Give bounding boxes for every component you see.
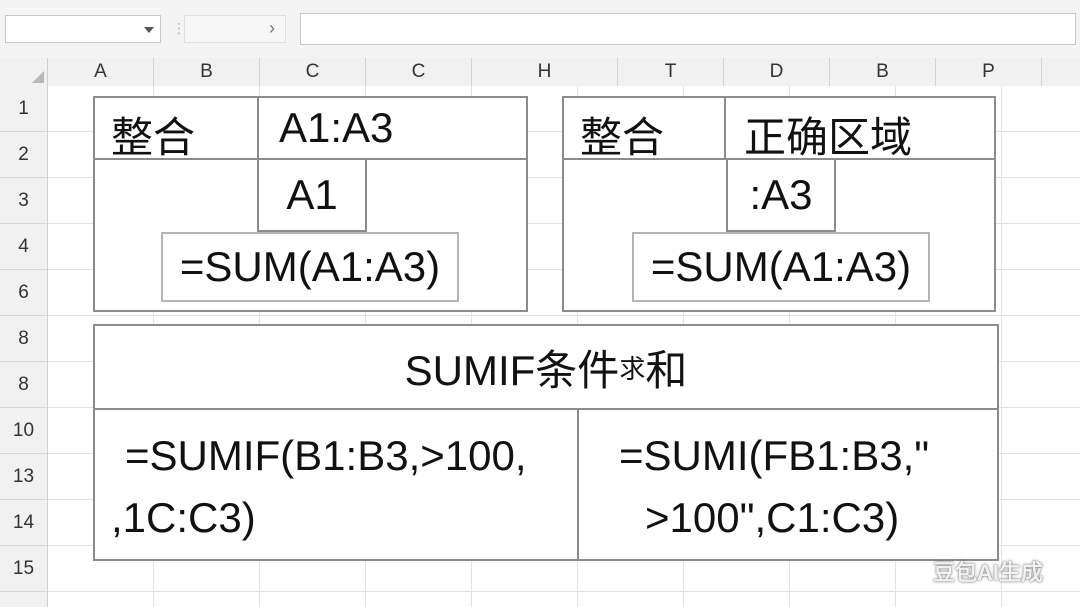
column-header[interactable]: A [48,58,154,86]
row-header[interactable]: 8 [0,316,47,362]
select-all-corner[interactable] [0,58,48,86]
column-header[interactable]: C [260,58,366,86]
name-box[interactable] [5,15,161,43]
sumif-title-main: SUMIF条件 [404,346,620,394]
right-box-range: 正确区域 [744,114,913,161]
function-area[interactable]: › [184,15,286,43]
column-headers: A B C C H T D B P [0,58,1080,87]
left-box-cell[interactable]: A1 [257,158,367,232]
formula-input[interactable] [300,13,1076,45]
row-headers: 1 2 3 4 6 8 8 10 13 14 15 [0,86,48,607]
sumif-divider [577,410,579,559]
sumif-right-line2: >100",C1:C3) [645,494,900,541]
column-header[interactable]: T [618,58,724,86]
sumif-title: SUMIF条件求和 [95,326,997,410]
left-sum-box: 整合 A1:A3 A1 =SUM(A1:A3) [93,96,528,312]
dropdown-arrow-icon[interactable] [144,27,154,33]
sumif-box: SUMIF条件求和 =SUMIF(B1:B3,>100, ,1C:C3) =SU… [93,324,999,561]
column-header[interactable]: C [366,58,472,86]
left-box-range: A1:A3 [279,104,394,151]
sumif-title-small: 求 [619,353,646,384]
row-header[interactable]: 1 [0,86,47,132]
right-box-label: 整合 [580,114,665,161]
row-header[interactable]: 2 [0,132,47,178]
row-header[interactable]: 10 [0,408,47,454]
right-box-cell[interactable]: :A3 [726,158,836,232]
row-header[interactable]: 13 [0,454,47,500]
left-box-label: 整合 [111,114,196,161]
column-header[interactable] [1042,58,1080,86]
right-sum-box: 整合 正确区域 :A3 =SUM(A1:A3) [562,96,996,312]
watermark: 豆包AI生成 [933,560,1044,585]
right-box-divider [724,98,726,160]
formula-bar-strip: ⋮ › [0,0,1080,59]
column-header[interactable]: B [154,58,260,86]
sumif-left-line2: ,1C:C3) [111,494,256,541]
row-header[interactable]: 8 [0,362,47,408]
row-header[interactable]: 4 [0,224,47,270]
row-header[interactable]: 15 [0,546,47,592]
column-header[interactable]: P [936,58,1042,86]
column-header[interactable]: D [724,58,830,86]
chevron-right-icon[interactable]: › [269,18,275,39]
column-header[interactable]: H [472,58,618,86]
left-box-divider [257,98,259,160]
sumif-title-end: 和 [645,346,688,394]
sumif-right-line1: =SUMI(FB1:B3," [619,432,930,479]
column-header[interactable]: B [830,58,936,86]
select-all-icon [32,71,44,83]
row-header[interactable]: 6 [0,270,47,316]
right-box-formula[interactable]: =SUM(A1:A3) [632,232,930,302]
left-box-formula[interactable]: =SUM(A1:A3) [161,232,459,302]
row-header[interactable]: 14 [0,500,47,546]
sumif-left-line1: =SUMIF(B1:B3,>100, [125,432,527,479]
row-header[interactable]: 3 [0,178,47,224]
